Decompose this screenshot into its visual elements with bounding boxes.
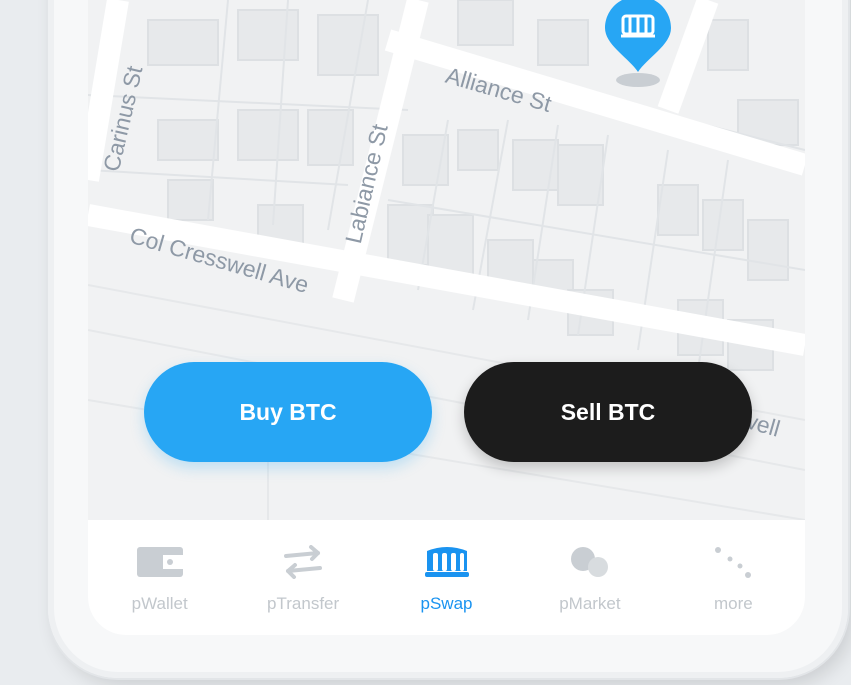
- tab-label-ptransfer: pTransfer: [267, 594, 340, 613]
- tab-label-pswap: pSwap: [420, 594, 473, 613]
- map-location-pin[interactable]: [603, 0, 673, 95]
- tab-ptransfer[interactable]: pTransfer: [231, 520, 374, 635]
- sell-btc-button[interactable]: Sell BTC: [464, 362, 752, 462]
- bottom-tab-bar: pWallet pTransfer pSwap pMarket more: [88, 520, 805, 635]
- tab-pwallet[interactable]: pWallet: [88, 520, 231, 635]
- wallet-icon: [136, 542, 184, 582]
- tab-label-pwallet: pWallet: [131, 594, 188, 613]
- tab-label-pmarket: pMarket: [559, 594, 621, 613]
- tab-pmarket[interactable]: pMarket: [518, 520, 661, 635]
- sell-btc-label: Sell BTC: [560, 398, 656, 425]
- storefront-icon: [423, 542, 471, 582]
- tab-pswap[interactable]: pSwap: [375, 520, 518, 635]
- map-view[interactable]: Carinus St Labiance St Alliance St Col C…: [88, 0, 805, 521]
- transfer-arrows-icon: [279, 542, 327, 582]
- buy-btc-button[interactable]: Buy BTC: [144, 362, 432, 462]
- app-screen: Carinus St Labiance St Alliance St Col C…: [88, 0, 805, 635]
- tab-more[interactable]: more: [662, 520, 805, 635]
- more-dots-icon: [709, 542, 757, 582]
- buy-btc-label: Buy BTC: [239, 398, 337, 425]
- market-coins-icon: [566, 542, 614, 582]
- tab-label-more: more: [713, 594, 753, 613]
- storefront-pin-icon: [605, 0, 671, 87]
